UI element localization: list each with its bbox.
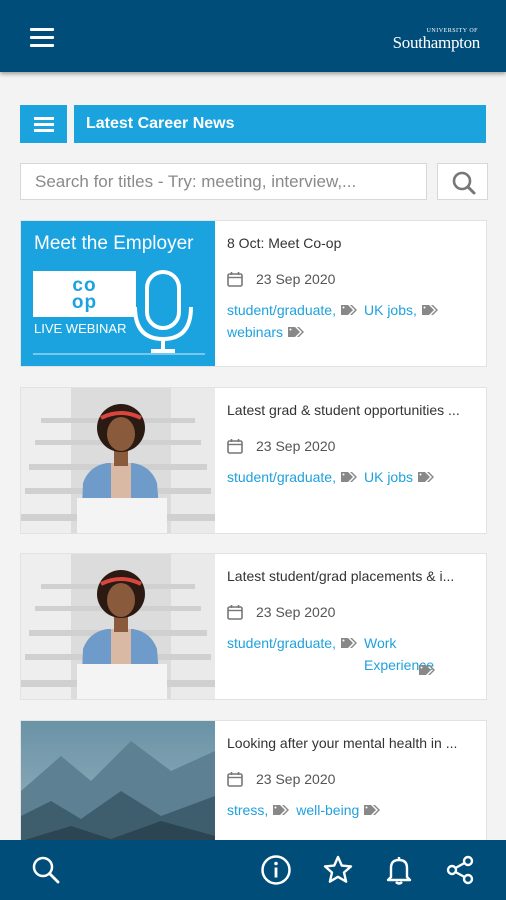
news-title[interactable]: Looking after your mental health in ...: [227, 733, 481, 753]
news-thumbnail: [21, 388, 215, 533]
share-icon[interactable]: [444, 854, 476, 886]
tag-icon: [273, 805, 290, 815]
thumbnail-heading: Meet the Employer: [34, 233, 194, 254]
category-menu-button[interactable]: [20, 105, 67, 143]
tag-link[interactable]: UK jobs,: [364, 302, 417, 318]
coop-logo-bottom: op: [71, 292, 98, 313]
tag-link[interactable]: well-being: [296, 802, 359, 818]
thumbnail-caption: LIVE WEBINAR: [34, 321, 127, 336]
info-icon[interactable]: [260, 854, 292, 886]
tag-link[interactable]: student/graduate,: [227, 469, 336, 485]
tag-icon: [364, 805, 381, 815]
section-header: Latest Career News: [20, 105, 486, 143]
search-button[interactable]: [437, 163, 488, 200]
search-icon: [452, 171, 476, 195]
tag-list: student/graduate, Work Experience: [227, 632, 481, 676]
app-bar: UNIVERSITY OF Southampton: [0, 0, 506, 72]
tag-link[interactable]: Work Experience: [364, 632, 434, 676]
news-date: 23 Sep 2020: [256, 604, 336, 620]
news-date: 23 Sep 2020: [256, 438, 336, 454]
tag-link[interactable]: student/graduate,: [227, 302, 336, 318]
news-title[interactable]: Latest grad & student opportunities ...: [227, 400, 481, 420]
tag-link[interactable]: webinars: [227, 324, 283, 340]
tag-icon: [340, 305, 357, 315]
university-logo: UNIVERSITY OF Southampton: [392, 28, 481, 53]
news-date: 23 Sep 2020: [256, 271, 336, 287]
tag-icon: [288, 327, 305, 337]
calendar-icon: [227, 605, 243, 620]
news-thumbnail: [21, 721, 215, 849]
news-card[interactable]: Latest grad & student opportunities ... …: [20, 387, 487, 534]
tag-link[interactable]: UK jobs: [364, 469, 413, 485]
tag-icon: [340, 472, 357, 482]
calendar-icon: [227, 772, 243, 787]
calendar-icon: [227, 272, 243, 287]
tag-list: stress, well-being: [227, 799, 481, 821]
news-thumbnail: Meet the Employer co op LIVE WEBINAR: [21, 221, 215, 366]
news-card[interactable]: Meet the Employer co op LIVE WEBINAR 8 O…: [20, 220, 487, 367]
calendar-icon: [227, 439, 243, 454]
news-title[interactable]: 8 Oct: Meet Co-op: [227, 233, 481, 253]
section-title: Latest Career News: [74, 105, 486, 143]
search-input[interactable]: [20, 163, 427, 200]
tag-icon: [340, 638, 357, 648]
news-date: 23 Sep 2020: [256, 771, 336, 787]
tag-list: student/graduate, UK jobs: [227, 466, 481, 488]
tag-icon: [418, 472, 435, 482]
news-card[interactable]: Latest student/grad placements & i... 23…: [20, 553, 487, 700]
news-card[interactable]: Looking after your mental health in ... …: [20, 720, 487, 850]
tag-list: student/graduate, UK jobs, webinars: [227, 299, 481, 343]
tag-link[interactable]: stress,: [227, 802, 268, 818]
logo-main-text: Southampton: [392, 33, 481, 52]
bottom-nav-bar: [0, 840, 506, 900]
tag-link[interactable]: student/graduate,: [227, 635, 336, 651]
news-title[interactable]: Latest student/grad placements & i...: [227, 566, 481, 586]
menu-icon[interactable]: [30, 28, 54, 48]
coop-logo: co op: [33, 271, 136, 317]
tag-icon: [421, 305, 438, 315]
tag-icon: [418, 665, 435, 675]
news-thumbnail: [21, 554, 215, 699]
star-icon[interactable]: [322, 854, 354, 886]
search-icon[interactable]: [30, 854, 62, 886]
bell-icon[interactable]: [383, 854, 415, 886]
